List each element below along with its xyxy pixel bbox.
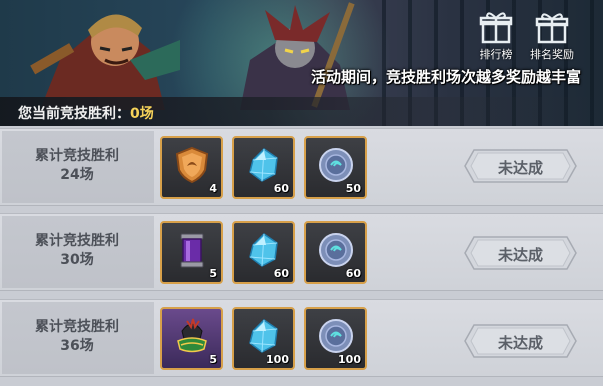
tier-title-line1: 累计竞技胜利 (35, 319, 119, 335)
blue-diamond-icon (249, 233, 278, 267)
reward-count: 60 (273, 267, 289, 280)
tier-title-panel: 累计竞技胜利 30场 (2, 216, 154, 288)
reward-count: 60 (273, 182, 289, 195)
reward-count: 100 (266, 353, 289, 366)
claim-button[interactable]: 未达成 (464, 236, 577, 270)
tier-title-line2: 36场 (60, 338, 94, 354)
reward-tier-row: 累计竞技胜利 36场 5 100 100 未达成 (0, 299, 603, 377)
current-wins-bar: 您当前竞技胜利：0场 (0, 97, 603, 126)
reward-count: 5 (209, 267, 217, 280)
reward-slot[interactable]: 100 (232, 307, 295, 370)
reward-slot[interactable]: 60 (304, 221, 367, 284)
ranking-gift-icon (479, 12, 513, 44)
reward-slot[interactable]: 4 (160, 136, 223, 199)
tier-title-panel: 累计竞技胜利 36场 (2, 302, 154, 374)
current-wins-text: 您当前竞技胜利：0场 (18, 103, 154, 123)
silver-coin-icon (319, 148, 353, 182)
reward-slot[interactable]: 5 (160, 221, 223, 284)
claim-button-label: 未达成 (497, 334, 543, 352)
reward-count: 50 (345, 182, 361, 195)
reward-count: 4 (209, 182, 217, 195)
reward-slot[interactable]: 50 (304, 136, 367, 199)
claim-button[interactable]: 未达成 (464, 149, 577, 183)
reward-count: 60 (345, 267, 361, 280)
reward-slot[interactable]: 60 (232, 136, 295, 199)
hero-warrior-1-illustration (30, 14, 180, 110)
rank-reward-gift-icon (535, 13, 569, 44)
purple-scroll-icon (180, 233, 204, 268)
tier-title-line2: 30场 (60, 252, 94, 268)
current-wins-label: 您当前竞技胜利： (18, 106, 130, 122)
reward-tier-row: 累计竞技胜利 24场 4 60 50 未达成 (0, 128, 603, 206)
ranking-label: 排行榜 (479, 48, 513, 61)
tier-title-line2: 24场 (60, 167, 94, 183)
ranking-button[interactable]: 排行榜 (468, 10, 524, 62)
tier-title-line1: 累计竞技胜利 (35, 233, 119, 249)
reward-slot[interactable]: 60 (232, 221, 295, 284)
reward-slot[interactable]: 100 (304, 307, 367, 370)
silver-coin-icon (319, 319, 353, 353)
claim-button[interactable]: 未达成 (464, 324, 577, 358)
tier-title-panel: 累计竞技胜利 24场 (2, 131, 154, 203)
blue-diamond-icon (249, 148, 278, 182)
current-wins-value: 0场 (130, 106, 154, 122)
event-banner: 排行榜 排名奖励 活动期间，竞技胜利场次越多奖励越丰富 您当前竞技胜利：0场 (0, 0, 603, 126)
rank-reward-button[interactable]: 排名奖励 (524, 10, 580, 62)
tier-title: 累计竞技胜利 30场 (2, 232, 152, 270)
reward-slot[interactable]: 5 (160, 307, 223, 370)
claim-button-label: 未达成 (497, 159, 543, 177)
warrior-helmet-icon (177, 318, 207, 353)
silver-coin-icon (319, 233, 353, 267)
hero-warrior-2-illustration (240, 2, 355, 110)
claim-button-label: 未达成 (497, 246, 543, 264)
tier-title-line1: 累计竞技胜利 (35, 148, 119, 164)
reward-count: 5 (209, 353, 217, 366)
bronze-shield-medal-icon (175, 146, 209, 184)
tier-title: 累计竞技胜利 36场 (2, 318, 152, 356)
event-slogan: 活动期间，竞技胜利场次越多奖励越丰富 (310, 68, 581, 86)
tier-title: 累计竞技胜利 24场 (2, 147, 152, 185)
rank-reward-label: 排名奖励 (530, 48, 574, 61)
reward-count: 100 (338, 353, 361, 366)
reward-tier-row: 累计竞技胜利 30场 5 60 60 未达成 (0, 213, 603, 291)
blue-diamond-icon (249, 319, 278, 353)
